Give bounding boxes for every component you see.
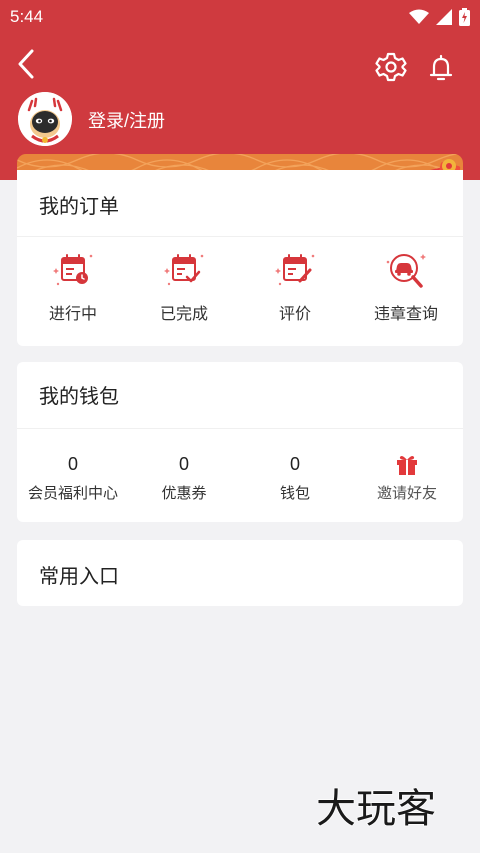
- status-time: 5:44: [10, 7, 44, 26]
- orders-title: 我的订单: [39, 196, 119, 218]
- wallet-label: 优惠券: [161, 485, 207, 502]
- order-item-label: 违章查询: [373, 306, 438, 323]
- divider: [17, 428, 463, 429]
- gift-icon: [397, 456, 417, 475]
- divider: [17, 236, 463, 237]
- mascot-avatar-icon: [18, 92, 72, 146]
- watermark-text: 大玩客: [315, 785, 437, 833]
- settings-button[interactable]: [374, 50, 408, 84]
- login-register-link[interactable]: 登录/注册: [88, 107, 165, 133]
- status-bar: 5:44: [0, 0, 480, 34]
- avatar[interactable]: [18, 92, 72, 146]
- wifi-icon: [409, 9, 429, 24]
- back-button[interactable]: [10, 46, 46, 82]
- wallet-member-benefits[interactable]: 0 会员福利中心: [17, 454, 129, 503]
- wallet-invite-friends[interactable]: 邀请好友: [351, 454, 463, 503]
- svg-text:大玩客: 大玩客: [316, 786, 436, 832]
- my-wallet-card: 我的钱包 0 会员福利中心 0 优惠券 0 钱包 邀请好友: [17, 362, 463, 522]
- wallet-title: 我的钱包: [39, 386, 119, 408]
- wallet-label: 邀请好友: [376, 485, 437, 502]
- order-item-label: 评价: [278, 306, 311, 323]
- order-item-label: 进行中: [48, 306, 97, 323]
- violation-query[interactable]: 违章查询: [356, 250, 456, 334]
- status-icons: [409, 8, 470, 26]
- wallet-coupons[interactable]: 0 优惠券: [128, 454, 240, 503]
- entries-title: 常用入口: [39, 566, 119, 588]
- bell-icon: [429, 54, 453, 81]
- watermark-logo: 大玩客: [315, 782, 462, 833]
- signal-icon: [436, 9, 452, 25]
- order-completed[interactable]: 已完成: [134, 250, 234, 334]
- wallet-value: 0: [289, 454, 300, 474]
- gift-icon-wrap: [351, 454, 463, 476]
- gear-icon: [375, 52, 407, 82]
- notifications-button[interactable]: [424, 50, 458, 84]
- wallet-balance[interactable]: 0 钱包: [239, 454, 351, 503]
- wallet-value: 0: [178, 454, 189, 474]
- order-review[interactable]: 评价: [245, 250, 345, 334]
- order-item-label: 已完成: [159, 306, 208, 323]
- calendar-check-icon: [164, 254, 204, 286]
- common-entries-card: 常用入口: [17, 540, 463, 606]
- battery-icon: [459, 8, 470, 26]
- chevron-left-icon: [18, 49, 34, 79]
- order-in-progress[interactable]: 进行中: [23, 250, 123, 334]
- car-search-icon: [386, 254, 426, 288]
- calendar-clock-icon: [53, 254, 93, 286]
- calendar-edit-icon: [275, 254, 315, 286]
- wallet-label: 会员福利中心: [27, 485, 118, 502]
- my-orders-card: 我的订单 进行中 已完成 评价 违章查询: [17, 170, 463, 346]
- wallet-value: 0: [67, 454, 78, 474]
- wallet-label: 钱包: [279, 485, 310, 502]
